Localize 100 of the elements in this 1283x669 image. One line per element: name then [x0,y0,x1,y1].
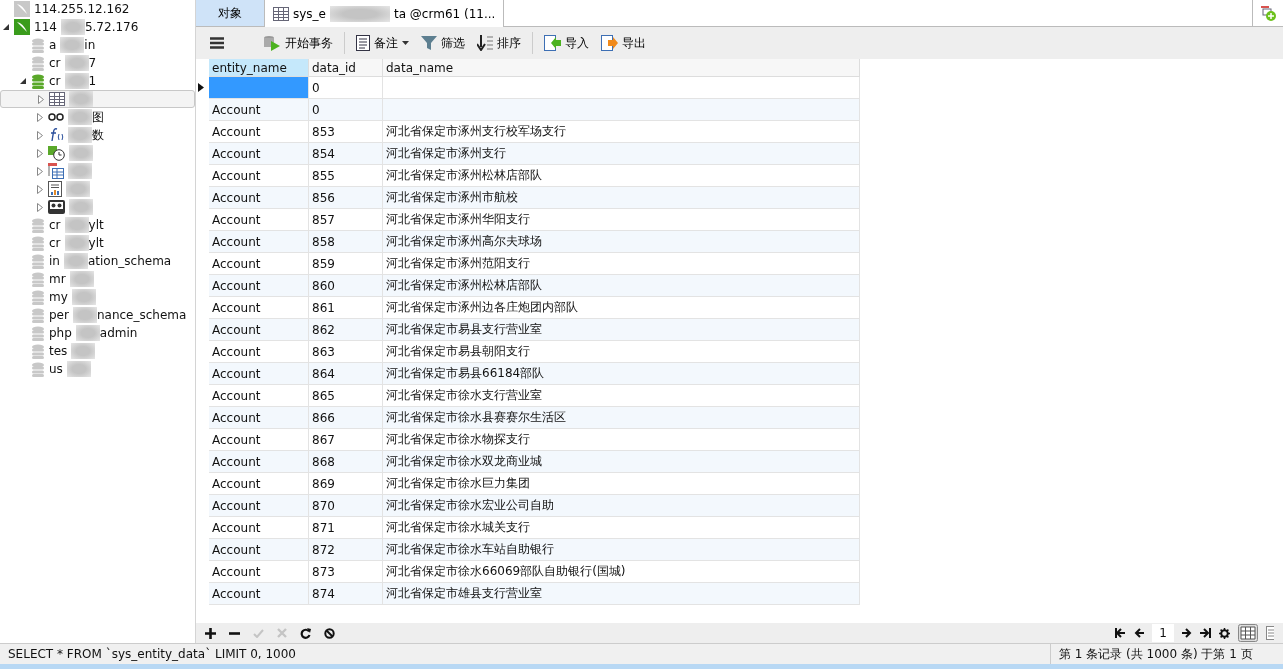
remove-icon[interactable] [229,631,240,635]
export-button[interactable]: 导出 [598,32,649,54]
table-cell: 863 [308,340,383,363]
tree-item[interactable]: cr 7 [0,54,195,72]
settings-icon[interactable] [1219,627,1230,639]
tree-item[interactable]: php admin [0,324,195,342]
filter-button[interactable]: 筛选 [418,32,468,54]
tree-label: nance_schema [96,308,187,322]
sort-button[interactable]: 排序 [474,32,524,54]
tree-label: 7 [88,56,97,70]
redaction-blur [64,73,89,89]
collapse-arrow-icon[interactable] [20,78,26,84]
import-button[interactable]: 导入 [541,32,592,54]
tree-item[interactable]: mr [0,270,195,288]
table-cell: Account [209,164,309,187]
caret-icon[interactable] [402,41,409,45]
tree-item[interactable]: cr ylt [0,216,195,234]
redaction-blur [68,109,92,125]
table-cell: 河北省保定市涿州边各庄炮团内部队 [382,296,860,319]
tree-item[interactable] [0,90,195,108]
document-icon [356,35,370,51]
export-icon [601,35,618,51]
redaction-blur [66,181,90,197]
tree-item[interactable]: per nance_schema [0,306,195,324]
table-cell: 河北省保定市易县支行营业室 [382,318,860,341]
stop-icon[interactable] [324,627,335,639]
glasses-icon [48,113,64,121]
table-cell: 河北省保定市易县66184部队 [382,362,860,385]
table-cell: Account [209,142,309,165]
redaction-blur [68,163,92,179]
table-cell: Account [209,450,309,473]
table-cell: Account [209,582,309,605]
refresh-icon[interactable] [300,627,311,639]
query-text: SELECT * FROM `sys_entity_data` LIMIT 0, 1000 [7,647,297,661]
redaction-blur [64,217,89,233]
redaction-blur [69,199,93,215]
tree-item[interactable]: cr 1 [0,72,195,90]
tree-label: 数 [92,126,104,144]
table-cell: Account [209,186,309,209]
collapse-arrow-icon[interactable] [3,24,9,30]
table-cell: 857 [308,208,383,231]
tree-label: cr [49,56,61,70]
grid-view-icon[interactable] [1238,624,1258,642]
table-cell: Account [209,318,309,341]
tree-item[interactable]: in ation_schema [0,252,195,270]
tree-item[interactable]: 114 5.72.176 [0,18,195,36]
tree-label: 1 [88,74,97,88]
redaction-blur [60,19,85,35]
page-field[interactable]: 1 [1152,624,1174,642]
form-view-icon[interactable] [1266,626,1274,640]
tree-label: 5.72.176 [84,20,139,34]
tree-item[interactable]: my [0,288,195,306]
table-cell: Account [209,428,309,451]
tree-label: cr [49,74,61,88]
tree-item[interactable]: cr ylt [0,234,195,252]
column-header[interactable]: data_name [382,59,860,77]
tree-item[interactable]: 数 [0,126,195,144]
tree-label: cr [49,236,61,250]
table-cell: 855 [308,164,383,187]
query-icon [48,163,64,179]
menu-icon[interactable] [210,37,224,49]
tree-item[interactable]: tes [0,342,195,360]
tree-item[interactable]: us [0,360,195,378]
redaction-blur [64,55,89,71]
table-cell: Account [209,230,309,253]
table-cell: 853 [308,120,383,143]
import-icon [544,35,561,51]
table-cell: Account [209,560,309,583]
previous-page-icon[interactable] [1134,628,1144,638]
column-header[interactable]: data_id [308,59,383,77]
current-row-icon [198,83,204,92]
table-tab[interactable]: sys_e ta @crm61 (11... [265,0,505,27]
tape-icon [48,200,65,214]
memo-button[interactable]: 备注 [353,32,412,54]
table-cell: 河北省保定市涿州华阳支行 [382,208,860,231]
redaction-blur [69,271,94,287]
tree-label: mr [49,272,66,286]
objects-tab[interactable]: 对象 [196,0,265,26]
table-cell: Account [209,98,309,121]
tree-label: a [49,38,57,52]
tree-item[interactable]: a in [0,36,195,54]
tree-item[interactable]: 114.255.12.162 [0,0,195,18]
table-cell: 河北省保定市徐水66069部队自助银行(国城) [382,560,860,583]
redaction-blur [71,289,96,305]
add-table-icon[interactable] [1260,5,1276,21]
redaction-blur [69,91,93,107]
tree-item[interactable]: 图 [0,108,195,126]
table-cell: Account [209,472,309,495]
table-cell: Account [209,340,309,363]
first-page-icon[interactable] [1115,628,1126,638]
last-page-icon[interactable] [1200,628,1211,638]
next-page-icon[interactable] [1182,628,1192,638]
table-cell: 河北省保定市涿州支行 [382,142,860,165]
tree-label: 114 [34,20,57,34]
table-cell: 河北省保定市涿州高尔夫球场 [382,230,860,253]
table-cell: 0 [308,76,383,99]
table-cell: Account [209,494,309,517]
transaction-button[interactable]: 开始事务 [260,32,336,54]
add-icon[interactable] [205,627,216,639]
column-header[interactable]: entity_name [209,59,309,77]
